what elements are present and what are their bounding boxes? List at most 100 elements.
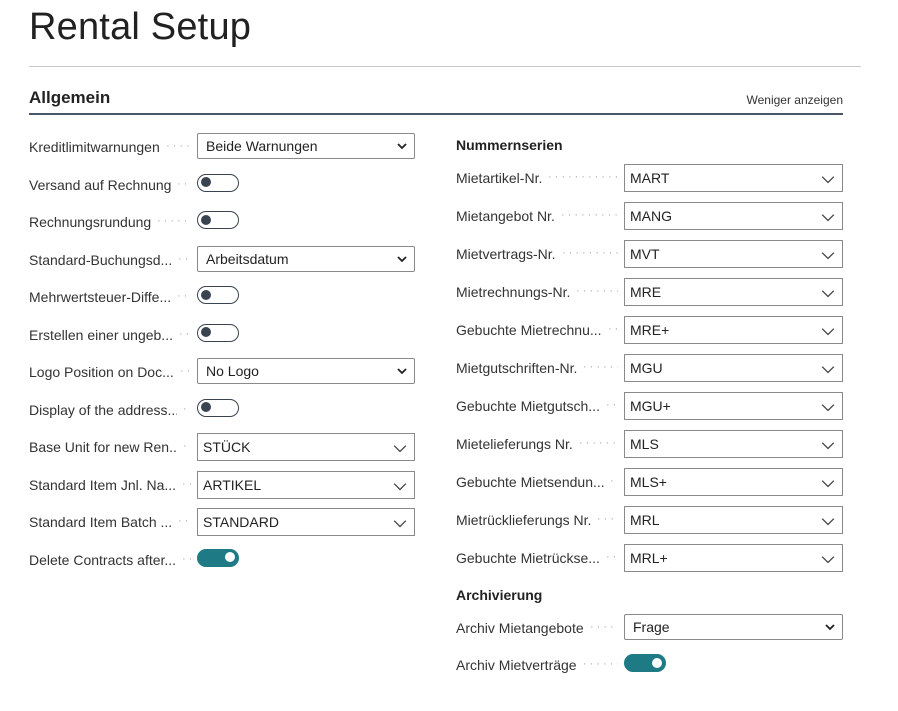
chevron-down-icon bbox=[821, 290, 835, 298]
lookup-field[interactable]: MANG bbox=[624, 202, 843, 230]
label-leader-dots: ············ bbox=[182, 552, 191, 565]
field-label: Versand auf Rechnung bbox=[29, 176, 171, 193]
field-value: STÜCK bbox=[203, 439, 251, 455]
lookup-field[interactable]: MRE bbox=[624, 278, 843, 306]
toggle-knob bbox=[652, 657, 662, 668]
show-less-link[interactable]: Weniger anzeigen bbox=[746, 93, 843, 107]
lookup-field[interactable]: MLS+ bbox=[624, 468, 843, 496]
field-value: STANDARD bbox=[203, 514, 279, 530]
label-leader-dots: ············ bbox=[597, 513, 618, 525]
chevron-down-icon bbox=[821, 556, 835, 564]
field-standard-item-jnl-na: Standard Item Jnl. Na... ············ ARTI… bbox=[29, 470, 419, 499]
dropdown-select[interactable]: Arbeitsdatum bbox=[197, 245, 415, 272]
field-mietruecklieferungs-nr: Mietrücklieferungs Nr. ············ MRL bbox=[456, 506, 846, 534]
lookup-field[interactable]: MRE+ bbox=[624, 316, 843, 344]
lookup-field[interactable]: MART bbox=[624, 164, 843, 192]
lookup-field[interactable]: STANDARD bbox=[197, 508, 415, 536]
field-label: Standard Item Batch ... bbox=[29, 514, 172, 530]
field-value: MRE bbox=[630, 284, 662, 300]
dropdown-select[interactable]: Beide Warnungen bbox=[197, 133, 415, 159]
field-versand-auf-rechnung: Versand auf Rechnung ············ bbox=[29, 171, 419, 199]
chevron-down-icon bbox=[393, 445, 407, 453]
field-value: Beide Warnungen bbox=[206, 138, 318, 154]
field-value: MGU+ bbox=[630, 398, 671, 414]
label-leader-dots: ············ bbox=[590, 621, 618, 633]
field-label: Mietelieferungs Nr. bbox=[456, 436, 573, 452]
field-label: Delete Contracts after... bbox=[29, 551, 176, 568]
field-label: Mietrechnungs-Nr. bbox=[456, 284, 570, 300]
field-delete-contracts-after: Delete Contracts after... ············ bbox=[29, 546, 419, 574]
label-leader-dots: ············ bbox=[562, 247, 618, 259]
label-leader-dots: ············ bbox=[610, 475, 618, 487]
field-label: Mietrücklieferungs Nr. bbox=[456, 512, 591, 528]
field-label: Standard Item Jnl. Na... bbox=[29, 476, 176, 493]
field-rechnungsrundung: Rechnungsrundung ············ bbox=[29, 208, 419, 236]
label-leader-dots: ············ bbox=[183, 440, 191, 452]
field-gebuchte-mietgutsch: Gebuchte Mietgutsch... ············ MGU+ bbox=[456, 392, 846, 420]
field-label: Base Unit for new Ren... bbox=[29, 439, 177, 455]
field-value: MGU bbox=[630, 360, 663, 376]
label-leader-dots: ············ bbox=[182, 477, 191, 490]
field-label: Mehrwertsteuer-Diffe... bbox=[29, 289, 171, 305]
dropdown-select[interactable]: No Logo bbox=[197, 358, 415, 384]
field-logo-position-on-doc: Logo Position on Doc... ············ No Lo… bbox=[29, 358, 419, 386]
field-gebuchte-mietsendun: Gebuchte Mietsendun... ············ MLS+ bbox=[456, 468, 846, 496]
field-mehrwertsteuer-diffe: Mehrwertsteuer-Diffe... ············ bbox=[29, 283, 419, 311]
field-standard-buchungsd: Standard-Buchungsd... ············ Arbeits… bbox=[29, 245, 419, 274]
field-display-of-the-address: Display of the address... ············ bbox=[29, 396, 419, 424]
toggle-switch[interactable] bbox=[624, 654, 666, 672]
field-value: MART bbox=[630, 170, 670, 186]
field-archiv-mietvertraege: Archiv Mietverträge ············ bbox=[456, 651, 846, 679]
toggle-knob bbox=[201, 327, 211, 337]
toggle-switch[interactable] bbox=[197, 211, 239, 229]
lookup-field[interactable]: MGU bbox=[624, 354, 843, 382]
label-leader-dots: ············ bbox=[583, 361, 618, 373]
number-series-heading: Nummernserien bbox=[456, 137, 563, 153]
field-mietangebot-nr: Mietangebot Nr. ············ MANG bbox=[456, 202, 846, 230]
chevron-down-icon bbox=[393, 520, 407, 528]
label-leader-dots: ············ bbox=[178, 515, 191, 527]
page-title: Rental Setup bbox=[29, 6, 252, 48]
toggle-switch[interactable] bbox=[197, 398, 239, 417]
field-label: Mietangebot Nr. bbox=[456, 208, 555, 224]
toggle-knob bbox=[201, 177, 211, 187]
lookup-field[interactable]: ARTIKEL bbox=[197, 470, 415, 499]
toggle-switch[interactable] bbox=[197, 286, 239, 304]
field-base-unit-for-new-ren: Base Unit for new Ren... ············ STÜC… bbox=[29, 433, 419, 461]
section-header: Allgemein Weniger anzeigen bbox=[29, 86, 843, 115]
lookup-field[interactable]: STÜCK bbox=[197, 433, 415, 461]
toggle-knob bbox=[201, 214, 211, 225]
toggle-switch[interactable] bbox=[197, 548, 239, 567]
field-mietelieferungs-nr: Mietelieferungs Nr. ············ MLS bbox=[456, 430, 846, 458]
lookup-field[interactable]: MRL+ bbox=[624, 544, 843, 572]
section-title[interactable]: Allgemein bbox=[29, 88, 110, 108]
label-leader-dots: ············ bbox=[179, 327, 191, 340]
lookup-field[interactable]: MGU+ bbox=[624, 392, 843, 420]
field-label: Logo Position on Doc... bbox=[29, 364, 174, 380]
toggle-switch[interactable] bbox=[197, 173, 239, 192]
field-value: MANG bbox=[630, 208, 672, 224]
field-value: MVT bbox=[630, 246, 660, 262]
lookup-field[interactable]: MRL bbox=[624, 506, 843, 534]
field-label: Rechnungsrundung bbox=[29, 214, 151, 230]
chevron-down-icon bbox=[825, 624, 835, 631]
chevron-down-icon bbox=[821, 404, 835, 412]
field-value: MRL+ bbox=[630, 550, 668, 566]
chevron-down-icon bbox=[821, 442, 835, 450]
lookup-field[interactable]: MVT bbox=[624, 240, 843, 268]
dropdown-select[interactable]: Frage bbox=[624, 614, 843, 640]
field-label: Standard-Buchungsd... bbox=[29, 251, 172, 268]
lookup-field[interactable]: MLS bbox=[624, 430, 843, 458]
toggle-switch[interactable] bbox=[197, 323, 239, 342]
field-gebuchte-mietrueckse: Gebuchte Mietrückse... ············ MRL+ bbox=[456, 544, 846, 572]
chevron-down-icon bbox=[393, 482, 407, 490]
field-label: Erstellen einer ungeb... bbox=[29, 326, 173, 343]
label-leader-dots: ············ bbox=[183, 402, 191, 415]
label-leader-dots: ············ bbox=[180, 365, 191, 377]
label-leader-dots: ············ bbox=[561, 209, 618, 221]
label-leader-dots: ············ bbox=[177, 177, 191, 190]
field-label: Gebuchte Mietrückse... bbox=[456, 550, 600, 566]
chevron-down-icon bbox=[397, 368, 407, 375]
chevron-down-icon bbox=[821, 214, 835, 222]
toggle-knob bbox=[201, 289, 211, 300]
